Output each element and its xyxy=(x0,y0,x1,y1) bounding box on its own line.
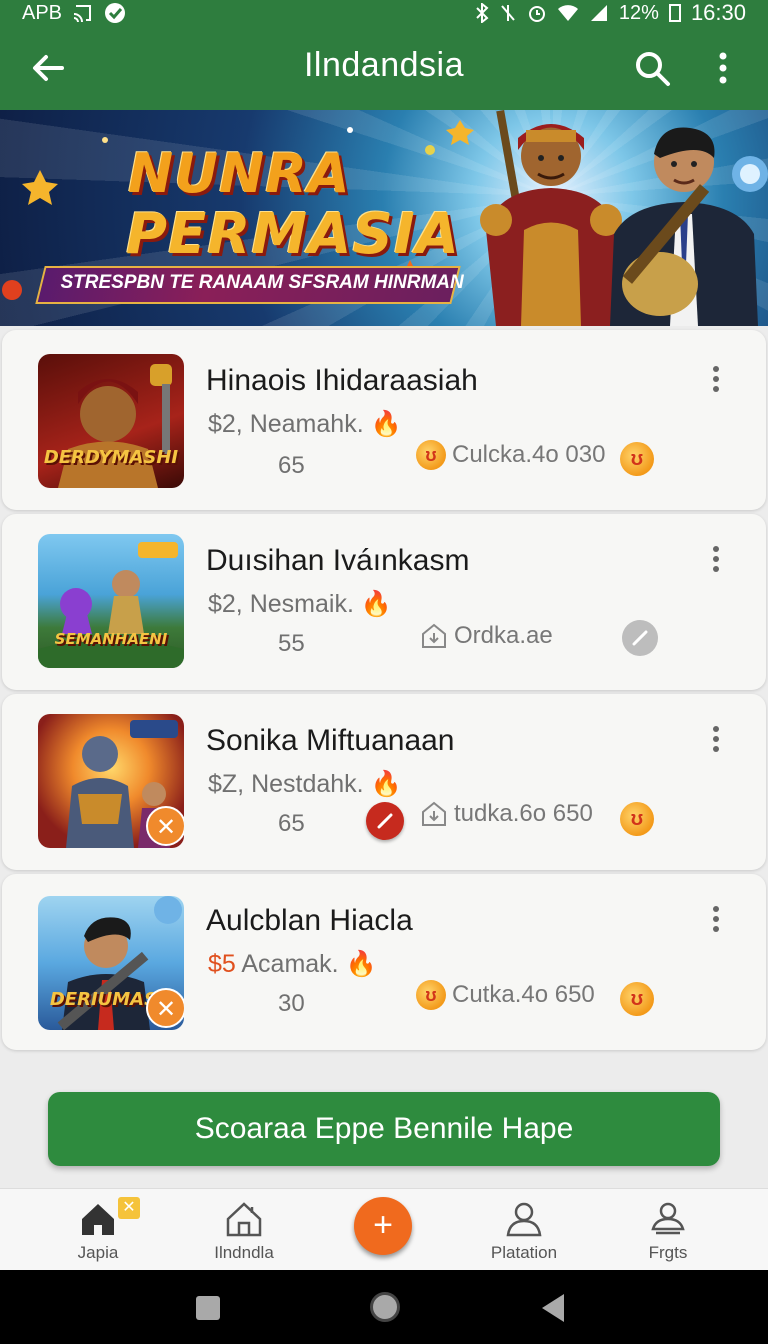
nav-label: Platation xyxy=(490,1243,558,1262)
nav-label: Ilndndla xyxy=(214,1243,274,1262)
player-count: 30 xyxy=(278,990,305,1017)
list-item[interactable]: ✕ Sonika Miftuanaan $Z, Nestdahk. 🔥 65 t… xyxy=(2,694,766,870)
price-text: $Z, Nestdahk. xyxy=(208,770,364,798)
game-name: Aulcblan Hiacla xyxy=(206,904,413,937)
stat-text: Culcka.4o 030 xyxy=(452,441,606,468)
thumbnail-title: DERDYMASHI xyxy=(43,447,179,468)
game-name: Duısihan Iváınkasm xyxy=(206,544,470,577)
game-stat: ʊ Culcka.4o 030 xyxy=(416,440,605,470)
close-icon[interactable]: ✕ xyxy=(146,988,184,1028)
status-bar: APB 12% 16:30 xyxy=(0,0,768,26)
signal-icon xyxy=(590,5,607,21)
game-thumbnail[interactable]: DERIUMASH ✕ xyxy=(38,896,184,1030)
banner-tagline-strip: STRESPBN TE RANAAM SFSRAM HINRMAN xyxy=(35,266,464,304)
download-box-icon xyxy=(422,801,446,826)
add-button[interactable]: + xyxy=(354,1197,412,1255)
profile-icon xyxy=(651,1202,685,1235)
game-price: $2, Neamahk. 🔥 xyxy=(208,410,402,439)
download-box-icon xyxy=(422,623,446,648)
game-stat: ʊ Cutka.4o 650 xyxy=(416,980,595,1010)
edit-icon[interactable] xyxy=(366,802,404,840)
game-stat: Ordka.ae xyxy=(420,622,553,650)
coin-icon: ʊ xyxy=(416,980,446,1010)
flame-icon: 🔥 xyxy=(360,590,392,618)
vpn-icon xyxy=(105,3,126,23)
more-vertical-icon[interactable] xyxy=(706,364,726,394)
game-price: $5 Acamak. 🔥 xyxy=(208,950,377,979)
game-thumbnail[interactable]: DERDYMASHI xyxy=(38,354,184,488)
list-item[interactable]: DERIUMASH ✕ Aulcblan Hiacla $5 Acamak. 🔥… xyxy=(2,874,766,1050)
notification-badge: ✕ xyxy=(118,1197,140,1219)
nav-item-indonesia[interactable]: Ilndndla xyxy=(184,1199,304,1263)
coin-icon[interactable]: ʊ xyxy=(620,442,654,476)
coin-icon[interactable]: ʊ xyxy=(620,802,654,836)
player-count: 65 xyxy=(278,810,305,837)
coin-icon: ʊ xyxy=(416,440,446,470)
player-count: 55 xyxy=(278,630,305,657)
game-thumbnail[interactable]: SEMANHAENI xyxy=(38,534,184,668)
banner-tagline: STRESPBN TE RANAAM SFSRAM HINRMAN xyxy=(60,272,464,293)
flame-icon: 🔥 xyxy=(345,950,377,978)
recents-icon[interactable] xyxy=(196,1296,220,1320)
person-icon xyxy=(506,1202,542,1237)
flame-icon: 🔥 xyxy=(370,770,402,798)
back-icon[interactable] xyxy=(542,1294,564,1322)
system-nav-bar xyxy=(0,1270,768,1344)
guitarist-character-image xyxy=(610,127,768,326)
bottom-nav: Japia ✕ Ilndndla + Platation Frgts xyxy=(0,1188,768,1271)
battery-icon xyxy=(668,4,681,22)
thumbnail-title: SEMANHAENI xyxy=(54,630,168,648)
home-button-icon[interactable] xyxy=(370,1292,400,1322)
banner-title-line2: PERMASIA xyxy=(126,202,460,267)
nav-label: Frgts xyxy=(648,1243,688,1262)
flame-icon: 🔥 xyxy=(370,410,402,438)
app-bar: Ilndandsia xyxy=(0,26,768,110)
home-outline-icon xyxy=(226,1202,262,1237)
player-count: 65 xyxy=(278,452,305,479)
game-price: $Z, Nestdahk. 🔥 xyxy=(208,770,402,799)
cast-icon xyxy=(73,5,92,22)
close-icon[interactable]: ✕ xyxy=(146,806,184,846)
stat-text: Cutka.4o 650 xyxy=(452,981,595,1008)
game-name: Sonika Miftuanaan xyxy=(206,724,455,757)
game-thumbnail[interactable]: ✕ xyxy=(38,714,184,848)
price-text: Acamak. xyxy=(235,950,339,978)
nav-item-home[interactable]: Japia xyxy=(38,1199,158,1263)
list-item[interactable]: SEMANHAENI Duısihan Iváınkasm $2, Nesmai… xyxy=(2,514,766,690)
promo-banner[interactable]: NUNRA PERMASIA STRESPBN TE RANAAM SFSRAM… xyxy=(0,110,768,326)
game-price: $2, Nesmaik. 🔥 xyxy=(208,590,392,619)
price-prefix: $5 xyxy=(208,950,236,978)
search-icon[interactable] xyxy=(632,48,672,88)
price-text: $2, Neamahk. xyxy=(208,410,364,438)
carrier-label: APB xyxy=(22,1,63,24)
more-vertical-icon[interactable] xyxy=(706,544,726,574)
alarm-icon xyxy=(528,6,545,22)
bluetooth-icon xyxy=(476,3,489,23)
wifi-icon xyxy=(557,5,578,21)
stat-text: tudka.6o 650 xyxy=(454,800,593,827)
nav-item-platation[interactable]: Platation xyxy=(464,1199,584,1263)
more-vertical-icon[interactable] xyxy=(706,904,726,934)
primary-action-button[interactable]: Scoaraa Eppe Bennile Hape xyxy=(48,1092,720,1166)
coin-icon[interactable]: ʊ xyxy=(620,982,654,1016)
game-stat: tudka.6o 650 xyxy=(420,800,593,828)
nav-item-profile[interactable]: Frgts xyxy=(608,1199,728,1263)
list-item[interactable]: DERDYMASHI Hinaois Ihidaraasiah $2, Neam… xyxy=(2,330,766,510)
mute-icon xyxy=(501,5,515,21)
game-name: Hinaois Ihidaraasiah xyxy=(206,364,478,397)
home-icon xyxy=(82,1204,114,1235)
more-vertical-icon[interactable] xyxy=(706,724,726,754)
more-vertical-icon[interactable] xyxy=(706,48,740,88)
banner-title-line1: NUNRA xyxy=(128,142,351,205)
battery-level: 12% xyxy=(618,1,659,24)
nav-label: Japia xyxy=(77,1243,119,1262)
stat-text: Ordka.ae xyxy=(454,622,553,649)
edit-disabled-icon[interactable] xyxy=(622,620,658,656)
price-text: $2, Nesmaik. xyxy=(208,590,354,618)
clock: 16:30 xyxy=(690,0,746,25)
